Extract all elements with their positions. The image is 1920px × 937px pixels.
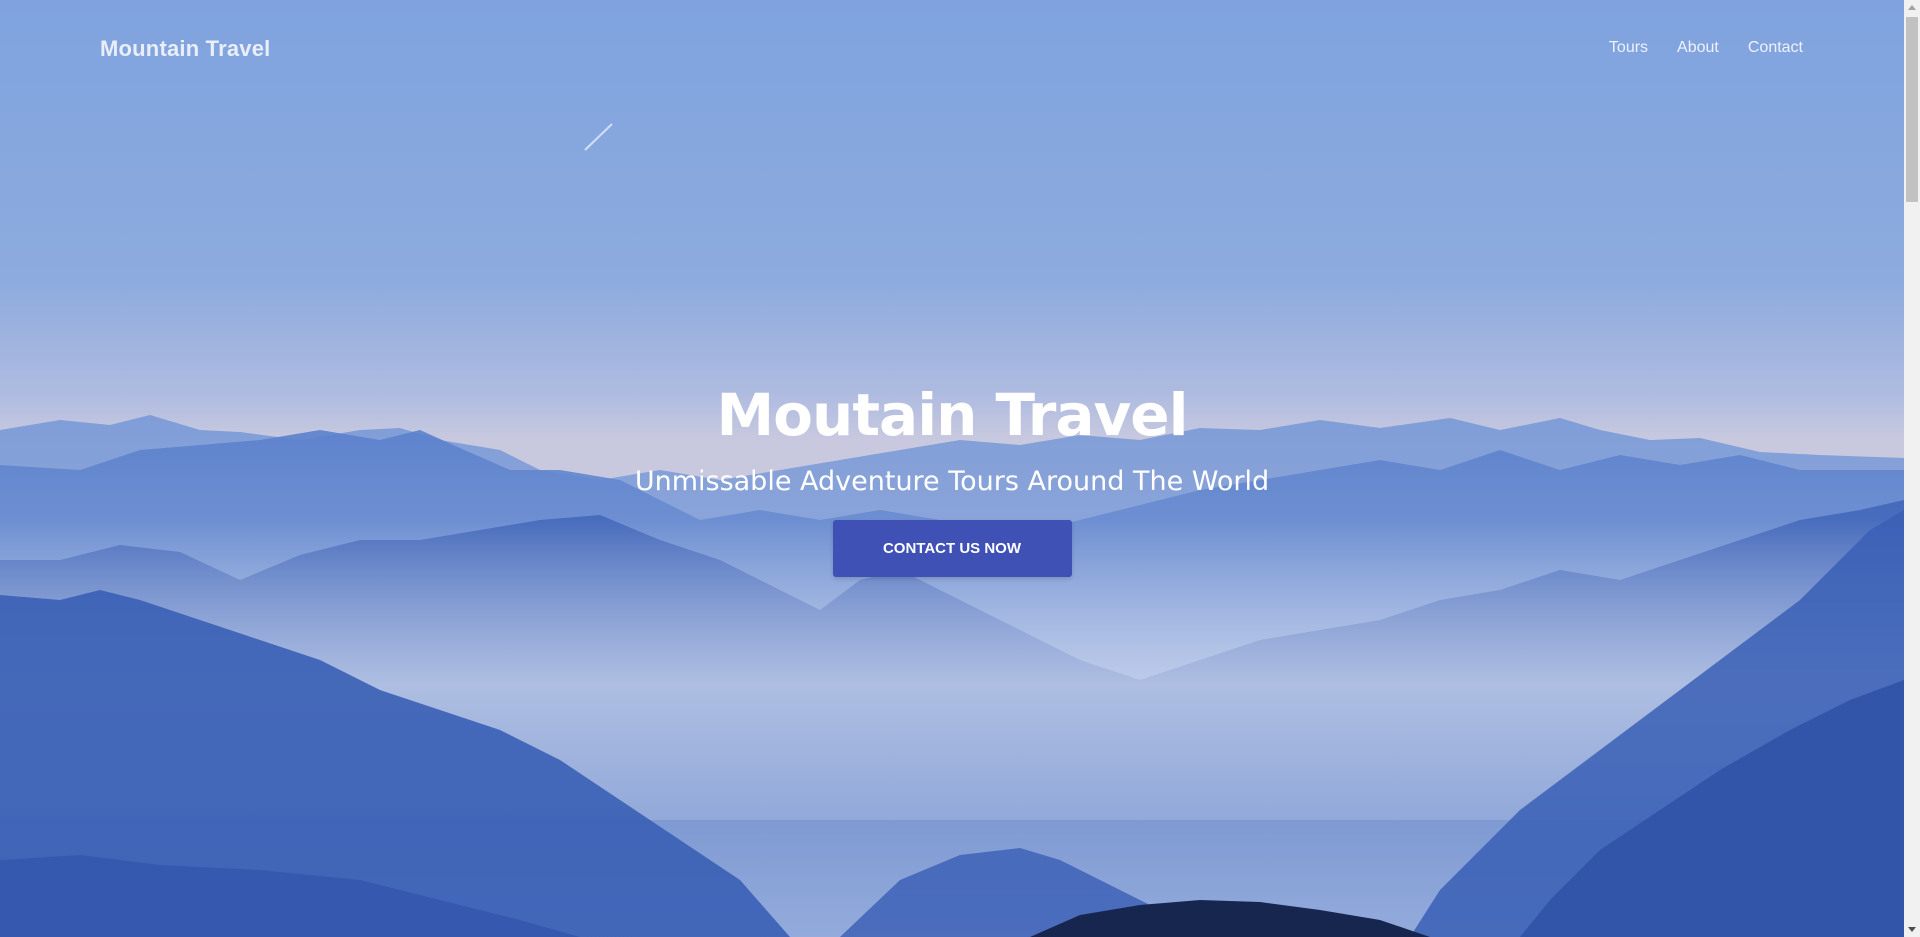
scroll-down-arrow-icon[interactable] [1908, 927, 1916, 932]
scrollbar-thumb[interactable] [1906, 17, 1918, 202]
contact-us-button[interactable]: CONTACT US NOW [832, 520, 1072, 577]
brand-logo-link[interactable]: Mountain Travel [100, 36, 270, 62]
nav-link-about[interactable]: About [1677, 39, 1719, 57]
site-header: Mountain Travel Tours About Contact [0, 0, 1904, 96]
scroll-up-arrow-icon[interactable] [1908, 5, 1916, 10]
hero-subtitle: Unmissable Adventure Tours Around The Wo… [634, 466, 1270, 497]
nav-link-tours[interactable]: Tours [1609, 39, 1648, 57]
vertical-scrollbar[interactable] [1904, 0, 1920, 937]
hero-section: Moutain Travel Unmissable Adventure Tour… [0, 370, 1904, 577]
page: Mountain Travel Tours About Contact Mout… [0, 0, 1920, 937]
hero-title: Moutain Travel [716, 381, 1188, 449]
main-nav: Tours About Contact [1609, 39, 1803, 57]
nav-link-contact[interactable]: Contact [1748, 39, 1803, 57]
